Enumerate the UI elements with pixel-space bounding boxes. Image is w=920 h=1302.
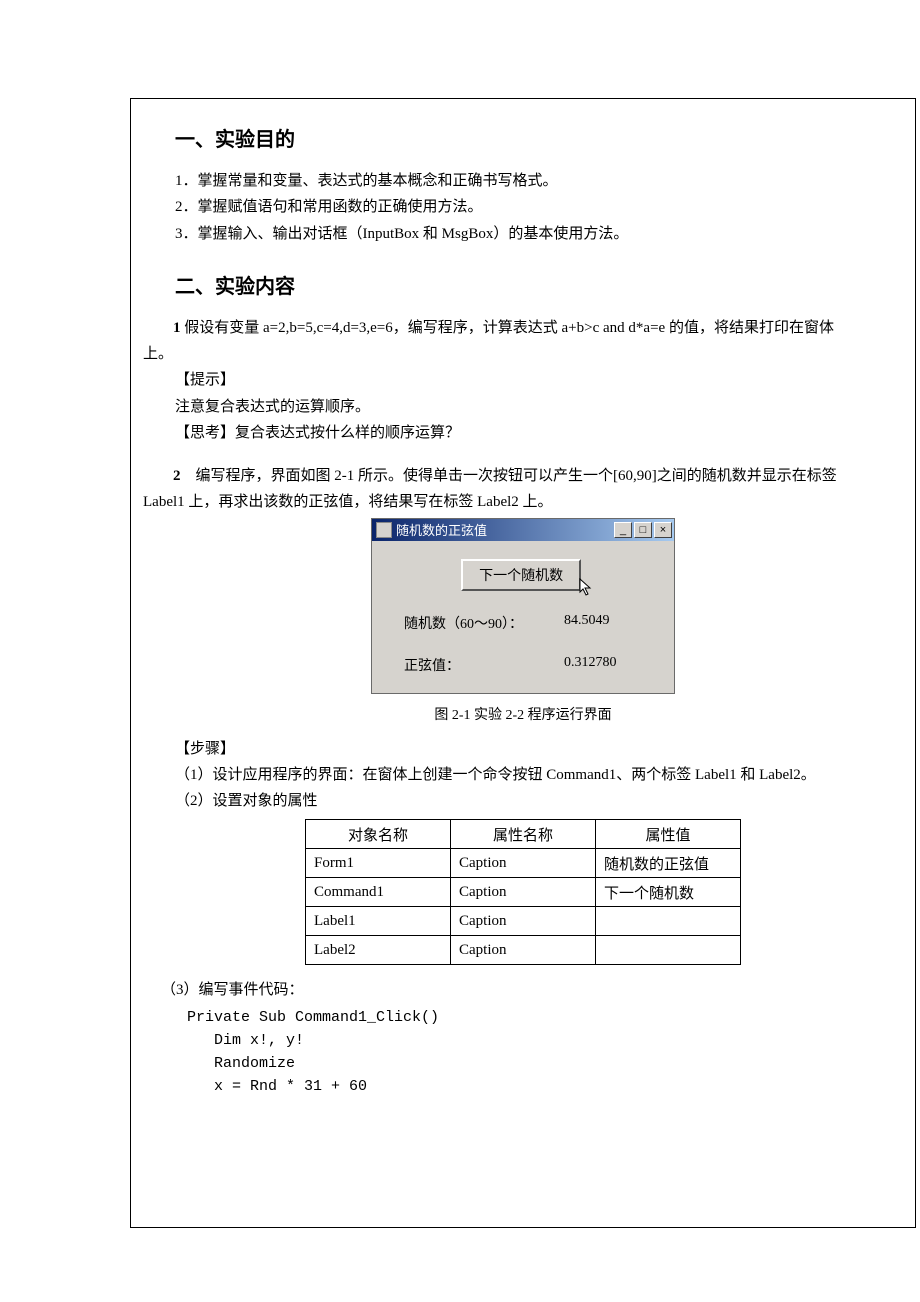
minimize-icon: _	[614, 522, 632, 538]
vb-random-value: 84.5049	[564, 613, 610, 633]
question-2-text-b: Label1 上，再求出该数的正弦值，将结果写在标签 Label2 上。	[143, 491, 915, 514]
vb-window-figure: 随机数的正弦值 _ □ × 下一个随机数 随机数（60～90）： 84.5049…	[371, 518, 675, 694]
next-random-button: 下一个随机数	[461, 559, 581, 591]
goal-item-1: 1．掌握常量和变量、表达式的基本概念和正确书写格式。	[175, 170, 915, 193]
code-line-2: Dim x!, y!	[187, 1029, 915, 1052]
vb-row-random: 随机数（60～90）： 84.5049	[404, 613, 674, 633]
goal-item-2: 2．掌握赋值语句和常用函数的正确使用方法。	[175, 196, 915, 219]
th-value: 属性值	[596, 820, 741, 849]
think-label: 【思考】	[175, 425, 235, 441]
question-1-text-a: 假设有变量 a=2,b=5,c=4,d=3,e=6，编写程序，计算表达式 a+b…	[184, 320, 834, 336]
table-row: Label1 Caption	[306, 907, 741, 936]
th-object: 对象名称	[306, 820, 451, 849]
close-icon: ×	[654, 522, 672, 538]
step-3: （3）编写事件代码：	[161, 979, 915, 1002]
section-1-heading: 一、实验目的	[175, 123, 915, 152]
properties-table: 对象名称 属性名称 属性值 Form1 Caption 随机数的正弦值 Comm…	[305, 819, 741, 965]
step-2: （2）设置对象的属性	[175, 790, 915, 813]
th-prop: 属性名称	[451, 820, 596, 849]
figure-caption: 图 2-1 实验 2-2 程序运行界面	[131, 704, 915, 724]
steps-label: 【步骤】	[175, 738, 915, 761]
question-2: 2 编写程序，界面如图 2-1 所示。使得单击一次按钮可以产生一个[60,90]…	[143, 465, 915, 488]
vb-row-sine: 正弦值： 0.312780	[404, 655, 674, 675]
vb-random-label: 随机数（60～90）：	[404, 613, 564, 633]
vb-sine-value: 0.312780	[564, 655, 617, 675]
think-text: 复合表达式按什么样的顺序运算？	[235, 425, 460, 441]
vb-window-title: 随机数的正弦值	[396, 520, 487, 539]
question-1-text-b: 上。	[143, 343, 915, 366]
table-header-row: 对象名称 属性名称 属性值	[306, 820, 741, 849]
document-page: 一、实验目的 1．掌握常量和变量、表达式的基本概念和正确书写格式。 2．掌握赋值…	[130, 98, 916, 1228]
vb-titlebar: 随机数的正弦值 _ □ ×	[372, 519, 674, 541]
vb-window-body: 下一个随机数 随机数（60～90）： 84.5049 正弦值： 0.312780	[372, 541, 674, 693]
form-icon	[376, 522, 392, 538]
question-1: 1 假设有变量 a=2,b=5,c=4,d=3,e=6，编写程序，计算表达式 a…	[143, 317, 915, 340]
code-line-1: Private Sub Command1_Click()	[187, 1006, 915, 1029]
section-2-heading: 二、实验内容	[175, 270, 915, 299]
table-row: Form1 Caption 随机数的正弦值	[306, 849, 741, 878]
maximize-icon: □	[634, 522, 652, 538]
code-line-4: x = Rnd * 31 + 60	[187, 1075, 915, 1098]
question-2-text-a: 编写程序，界面如图 2-1 所示。使得单击一次按钮可以产生一个[60,90]之间…	[196, 468, 837, 484]
question-1-number: 1	[173, 320, 181, 336]
code-line-3: Randomize	[187, 1052, 915, 1075]
question-2-number: 2	[173, 468, 181, 484]
table-row: Label2 Caption	[306, 936, 741, 965]
step-1: （1）设计应用程序的界面：在窗体上创建一个命令按钮 Command1、两个标签 …	[175, 764, 915, 787]
think-line: 【思考】复合表达式按什么样的顺序运算？	[175, 422, 915, 445]
table-row: Command1 Caption 下一个随机数	[306, 878, 741, 907]
goal-item-3: 3．掌握输入、输出对话框（InputBox 和 MsgBox）的基本使用方法。	[175, 223, 915, 246]
vb-sine-label: 正弦值：	[404, 655, 564, 675]
hint-text: 注意复合表达式的运算顺序。	[175, 396, 915, 419]
hint-label: 【提示】	[175, 369, 915, 392]
